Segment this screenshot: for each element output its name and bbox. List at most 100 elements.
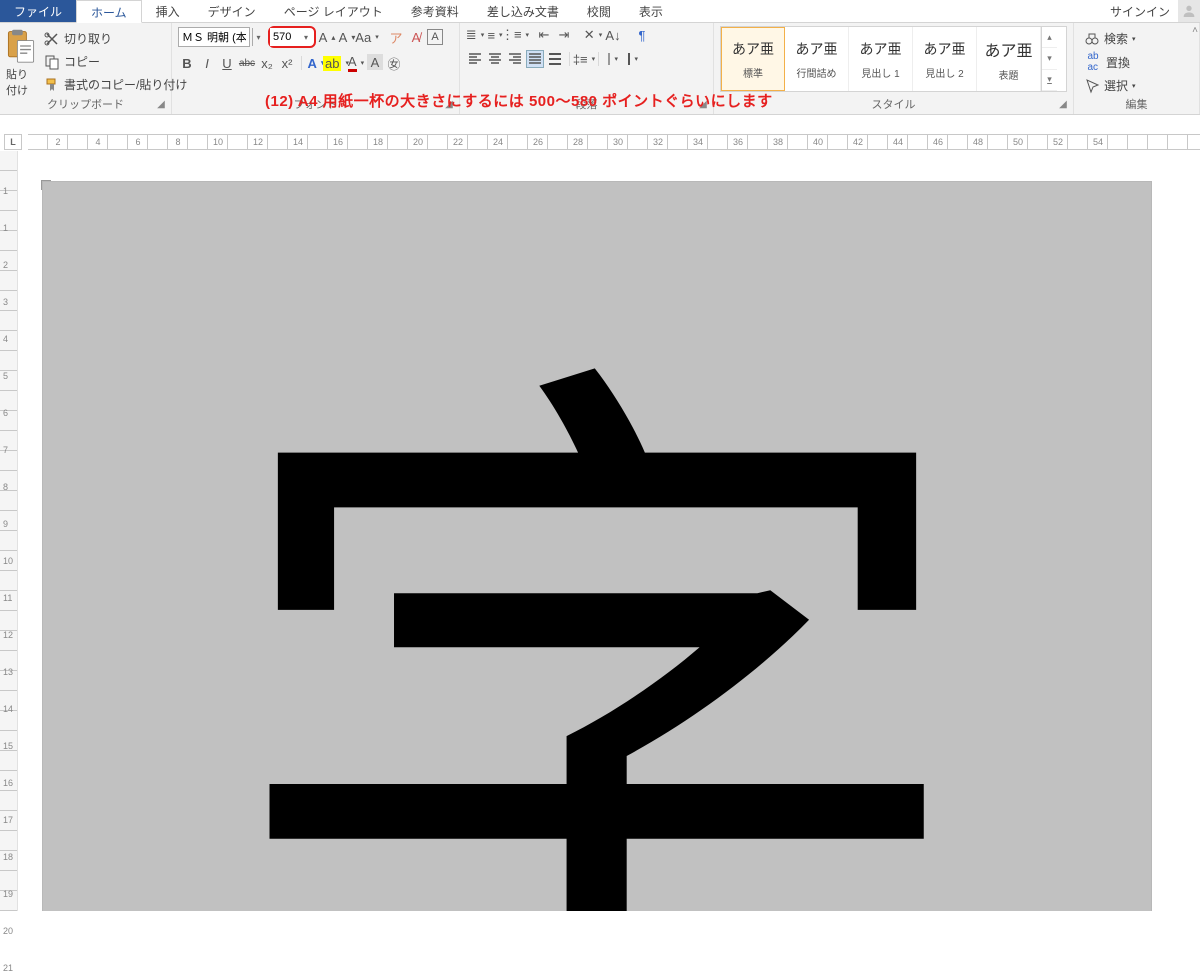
asian-layout-button[interactable]: ✕▾ xyxy=(584,26,602,44)
style-scroll-up[interactable]: ▴ xyxy=(1042,27,1057,48)
tab-design[interactable]: デザイン xyxy=(194,0,270,22)
multilevel-button[interactable]: ⋮≡▾ xyxy=(506,26,524,44)
font-name-input[interactable] xyxy=(178,27,250,47)
cut-label: 切り取り xyxy=(64,30,112,47)
highlight-button[interactable]: ab▾ xyxy=(327,54,345,72)
clear-format-button[interactable]: A̸ xyxy=(407,28,425,46)
select-label: 選択 xyxy=(1104,77,1128,94)
collapse-ribbon-button[interactable]: ˄ xyxy=(1192,25,1198,36)
line-spacing-button[interactable]: ‡≡▾ xyxy=(575,50,593,68)
find-button[interactable]: 検索 ▾ xyxy=(1080,28,1193,49)
replace-icon: abac xyxy=(1084,53,1102,71)
select-button[interactable]: 選択 ▾ xyxy=(1080,75,1193,96)
justify-button[interactable] xyxy=(526,50,544,68)
font-size-dropdown[interactable] xyxy=(300,28,312,46)
font-color-button[interactable]: A▾ xyxy=(347,54,365,72)
style-name: 標準 xyxy=(743,65,763,80)
binoculars-icon xyxy=(1084,31,1100,47)
align-right-icon xyxy=(507,51,523,67)
phonetic-guide-button[interactable]: ア xyxy=(387,28,405,46)
align-left-icon xyxy=(467,51,483,67)
group-label-editing: 編集 xyxy=(1074,96,1199,112)
workspace: 1123456789101112131415161718192021 字 xyxy=(0,151,1200,911)
decrease-indent-button[interactable]: ⇤ xyxy=(535,26,553,44)
justify-icon xyxy=(527,51,543,67)
align-center-icon xyxy=(487,51,503,67)
style-sample: あア亜 xyxy=(732,39,774,59)
align-left-button[interactable] xyxy=(466,50,484,68)
tab-selector[interactable]: L xyxy=(4,134,22,150)
tab-insert[interactable]: 挿入 xyxy=(142,0,194,22)
font-size-input[interactable] xyxy=(270,28,300,46)
cut-button[interactable]: 切り取り xyxy=(40,28,191,49)
style-heading1[interactable]: あア亜 見出し 1 xyxy=(849,27,913,91)
cursor-icon xyxy=(1084,78,1100,94)
font-size-highlight xyxy=(268,26,316,48)
tab-view[interactable]: 表示 xyxy=(625,0,677,22)
strike-button[interactable]: abc xyxy=(238,54,256,72)
change-case-button[interactable]: Aa▾ xyxy=(358,28,376,46)
group-editing: 検索 ▾ abac 置換 選択 ▾ 編集 xyxy=(1074,23,1200,114)
tab-review[interactable]: 校閲 xyxy=(573,0,625,22)
copy-button[interactable]: コピー xyxy=(40,51,191,72)
document-glyph: 字 xyxy=(217,377,977,911)
style-title[interactable]: あア亜 表題 xyxy=(977,27,1041,91)
document-page[interactable]: 字 xyxy=(42,181,1152,911)
shrink-font-button[interactable]: A▾ xyxy=(338,28,356,46)
find-label: 検索 xyxy=(1104,30,1128,47)
paste-label: 貼り付け xyxy=(6,66,36,98)
paste-icon xyxy=(6,28,36,64)
bullets-button[interactable]: ≣▾ xyxy=(466,26,484,44)
style-heading2[interactable]: あア亜 見出し 2 xyxy=(913,27,977,91)
tab-references[interactable]: 参考資料 xyxy=(397,0,473,22)
styles-dialog-launcher[interactable]: ◢ xyxy=(1056,97,1070,111)
style-name: 見出し 1 xyxy=(861,65,899,80)
style-name: 見出し 2 xyxy=(925,65,963,80)
sort-button[interactable]: A↓ xyxy=(604,26,622,44)
group-clipboard: 貼り付け 切り取り コピー 書式のコピー/貼り付け クリップボード ◢ xyxy=(0,23,172,114)
distribute-button[interactable] xyxy=(546,50,564,68)
tab-home[interactable]: ホーム xyxy=(76,0,142,23)
format-painter-label: 書式のコピー/貼り付け xyxy=(64,76,187,93)
align-center-button[interactable] xyxy=(486,50,504,68)
char-shading-button[interactable]: A xyxy=(367,54,383,70)
show-marks-button[interactable]: ¶ xyxy=(633,26,651,44)
distribute-icon xyxy=(547,51,563,67)
horizontal-ruler[interactable]: 2468101214161820222426283032343638404244… xyxy=(28,134,1200,150)
scissors-icon xyxy=(44,31,60,47)
user-avatar[interactable] xyxy=(1178,0,1200,22)
italic-button[interactable]: I xyxy=(198,54,216,72)
style-sample: あア亜 xyxy=(924,39,966,59)
style-normal[interactable]: あア亜 標準 xyxy=(721,27,785,91)
align-right-button[interactable] xyxy=(506,50,524,68)
style-sample: あア亜 xyxy=(860,39,902,59)
document-canvas[interactable]: 字 xyxy=(18,151,1200,911)
char-border-button[interactable]: A xyxy=(427,29,443,45)
vertical-ruler[interactable]: 1123456789101112131415161718192021 xyxy=(0,151,18,911)
tab-mailings[interactable]: 差し込み文書 xyxy=(473,0,573,22)
format-painter-button[interactable]: 書式のコピー/貼り付け xyxy=(40,74,191,95)
enclose-char-button[interactable]: ㊛ xyxy=(385,54,403,72)
clipboard-dialog-launcher[interactable]: ◢ xyxy=(154,97,168,111)
superscript-button[interactable]: x² xyxy=(278,54,296,72)
tab-layout[interactable]: ページ レイアウト xyxy=(270,0,397,22)
replace-button[interactable]: abac 置換 xyxy=(1080,51,1193,73)
increase-indent-button[interactable]: ⇥ xyxy=(555,26,573,44)
style-gallery-expand[interactable]: ▾̲ xyxy=(1042,70,1057,91)
font-name-dropdown[interactable] xyxy=(252,28,264,46)
style-name: 表題 xyxy=(999,67,1019,82)
page-corner-marker xyxy=(41,180,51,190)
user-icon xyxy=(1181,3,1197,19)
tab-file[interactable]: ファイル xyxy=(0,0,76,22)
annotation-text: (12) A4 用紙一杯の大きさにするには 500～580 ポイントぐらいにしま… xyxy=(265,90,773,111)
grow-font-button[interactable]: A▴ xyxy=(318,28,336,46)
underline-button[interactable]: U xyxy=(218,54,236,72)
replace-label: 置換 xyxy=(1106,54,1130,71)
bold-button[interactable]: B xyxy=(178,54,196,72)
signin-link[interactable]: サインイン xyxy=(1102,0,1178,22)
subscript-button[interactable]: x₂ xyxy=(258,54,276,72)
shading-button[interactable]: ▾ xyxy=(604,50,622,68)
style-nospacing[interactable]: あア亜 行間詰め xyxy=(785,27,849,91)
borders-button[interactable]: ▾ xyxy=(624,50,642,68)
style-scroll-down[interactable]: ▾ xyxy=(1042,48,1057,69)
